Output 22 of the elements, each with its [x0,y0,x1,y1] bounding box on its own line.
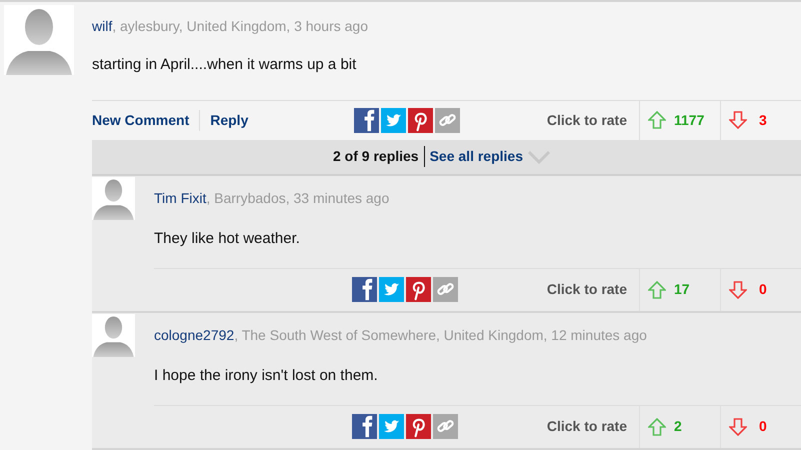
author-link[interactable]: cologne2792 [154,326,234,342]
rate-label: Click to rate [546,417,628,436]
downvote-count: 0 [759,280,767,299]
comment-text: starting in April....when it warms up a bit [92,55,358,75]
rate-label: Click to rate [546,280,628,299]
upvote-count: 1177 [674,110,704,130]
comment-text: I hope the irony isn't lost on them. [154,366,379,382]
new-comment-link[interactable]: New Comment [92,110,190,130]
downvote-count: 3 [759,110,767,130]
comment-meta: , aylesbury, United Kingdom, 3 hours ago [112,18,368,34]
reply-link[interactable]: Reply [199,110,248,130]
comment-meta: , The South West of Somewhere, United Kingdom, 12 minutes ago [234,326,647,342]
author-link[interactable]: Tim Fixit [154,190,206,206]
comment-text: They like hot weather. [154,228,301,246]
upvote-count: 2 [674,417,682,436]
replies-count: 2 of 9 replies [333,146,425,167]
comment-meta: , Barrybados, 33 minutes ago [206,190,390,206]
rate-label: Click to rate [546,110,628,130]
author-link[interactable]: wilf [92,18,112,34]
downvote-count: 0 [759,417,767,436]
see-all-replies-link[interactable]: See all replies [430,146,523,167]
upvote-count: 17 [674,280,690,299]
